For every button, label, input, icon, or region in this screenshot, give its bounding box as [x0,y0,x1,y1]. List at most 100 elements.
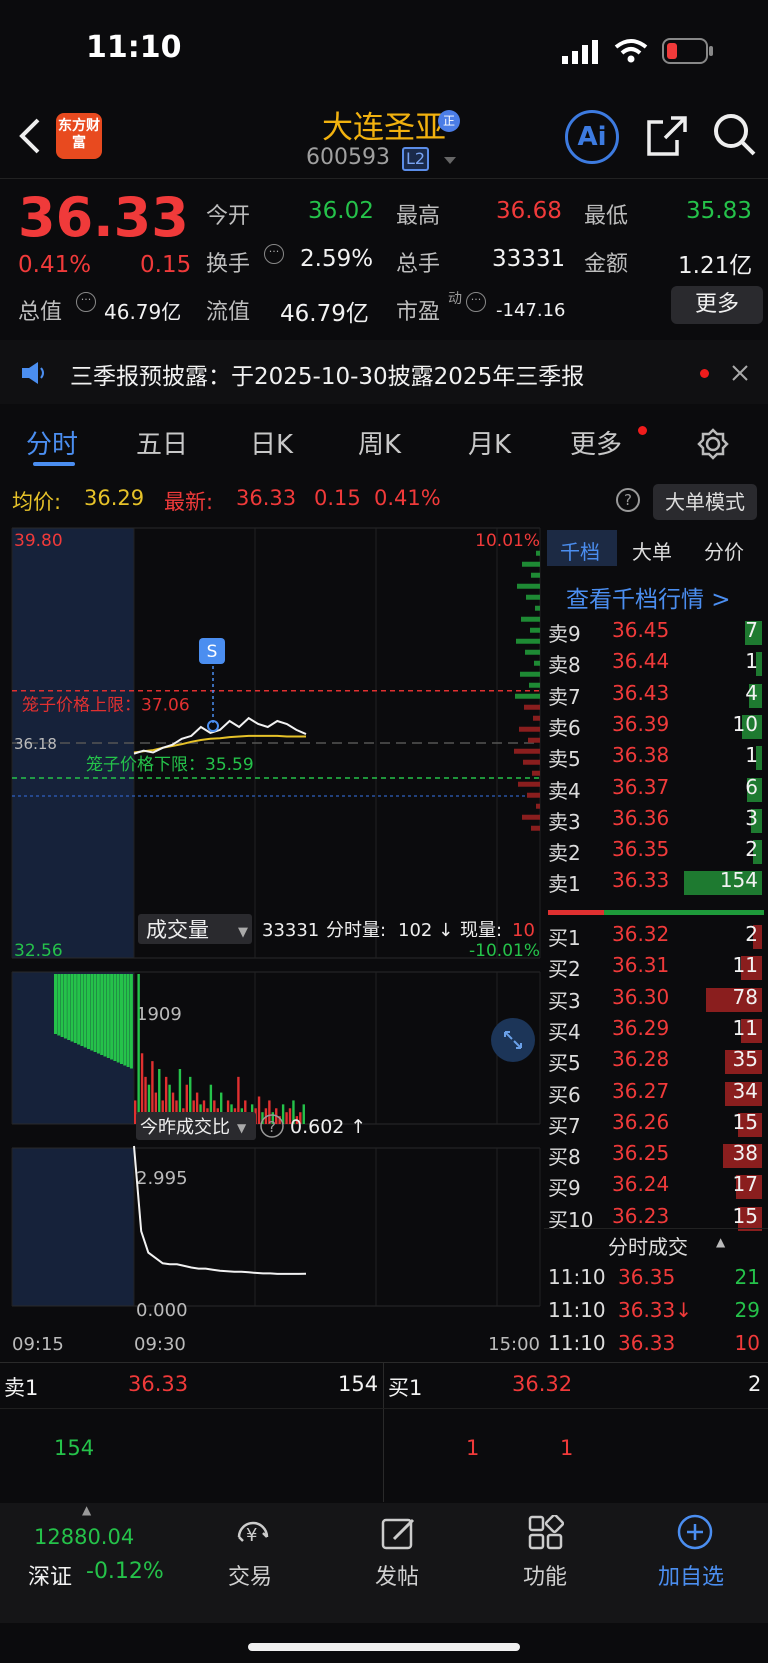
index-change[interactable]: -0.12% [86,1559,164,1584]
post-nav-icon[interactable] [380,1515,418,1557]
speaker-icon [22,362,48,388]
nav-add-watch[interactable]: 加自选 [658,1559,724,1591]
level-price: 36.31 [612,953,670,978]
bid-row[interactable]: 买3 36.30 78 [548,985,768,1016]
tab-intraday[interactable]: 分时 [26,424,78,461]
tick-vol: 21 [734,1265,760,1289]
stock-code: 600593 [306,145,390,170]
ob-view-link[interactable]: 查看千档行情 > [566,580,731,614]
index-name[interactable]: 深证 [28,1559,72,1591]
depth-bar [531,825,540,831]
depth-bar [524,704,540,710]
trade-nav-icon[interactable]: ¥ [233,1515,273,1557]
notice-dot [700,369,709,378]
header-divider [0,178,768,179]
auction-vol-bar [54,974,57,1034]
more-button[interactable]: 更多 [671,286,763,324]
share-icon[interactable] [645,114,689,162]
ratio-value: 0.602 ↑ [290,1116,366,1138]
dropdown-icon[interactable] [442,152,458,171]
index-value[interactable]: 12880.04 [34,1525,134,1549]
depth-bar [518,781,540,787]
depth-bar [522,814,540,820]
level-price: 36.28 [612,1047,670,1072]
tick-price: 36.33↓ [618,1298,693,1322]
mkt-cap-label: 总值 [18,300,63,325]
tab-5day[interactable]: 五日 [136,424,188,461]
level-label: 卖8 [548,653,581,678]
x-label-open: 09:30 [134,1334,186,1355]
level-volume: 34 [732,1078,758,1103]
ask-row[interactable]: 卖6 36.39 10 [548,712,768,743]
ask-row[interactable]: 卖3 36.36 3 [548,806,768,837]
bid-row[interactable]: 买6 36.27 34 [548,1079,768,1110]
depth-bar [530,627,540,633]
ask-row[interactable]: 卖5 36.38 1 [548,743,768,774]
tick-time: 11:10 [548,1331,606,1355]
ask-row[interactable]: 卖7 36.43 4 [548,681,768,712]
low-value: 35.83 [686,198,752,224]
nav-trade[interactable]: 交易 [228,1559,272,1591]
auction-vol-bar [103,974,107,1057]
turnover-label: 换手 [206,252,251,277]
bid-row[interactable]: 买8 36.25 38 [548,1141,768,1172]
tab-weekly[interactable]: 周K [358,424,401,461]
auction-vol-bar [129,974,133,1069]
ob-tab-dadan[interactable]: 大单 [632,536,672,565]
settings-icon[interactable] [697,428,729,464]
ratio-line [133,1145,307,1275]
home-indicator [248,1643,520,1651]
ask-row[interactable]: 卖4 36.37 6 [548,775,768,806]
info-dots-icon-3[interactable]: ··· [466,292,486,312]
level-volume: 3 [745,805,758,830]
search-icon[interactable] [712,112,758,162]
pe-label: 市盈 [396,300,441,325]
ob-tab-qiandang[interactable]: 千档 [560,536,600,565]
bid-row[interactable]: 买9 36.24 17 [548,1172,768,1203]
nav-function[interactable]: 功能 [523,1559,567,1591]
bid-row[interactable]: 买4 36.29 11 [548,1016,768,1047]
auction-vol-bar [106,974,110,1058]
ask-row[interactable]: 卖1 36.33 154 [548,868,768,899]
ask-row[interactable]: 卖9 36.45 7 [548,618,768,649]
tab-monthly[interactable]: 月K [468,424,511,461]
nav-post[interactable]: 发帖 [375,1559,419,1591]
big-order-mode-button[interactable]: 大单模式 [653,484,757,520]
info-dots-icon[interactable]: ··· [264,244,284,264]
tab-more[interactable]: 更多 [570,424,622,461]
ai-button[interactable]: Ai [565,110,619,164]
bid-row[interactable]: 买5 36.28 35 [548,1047,768,1078]
level-price: 36.37 [612,774,670,799]
depth-bar [532,770,540,776]
level-label: 卖3 [548,809,581,834]
notice-bar[interactable]: 三季报预披露：于2025-10-30披露2025年三季报 [0,340,768,404]
depth-bar [517,583,540,589]
function-nav-icon[interactable] [528,1513,565,1555]
level-volume: 15 [732,1109,758,1134]
y-min-label: 32.56 [14,941,63,961]
volume-bar [257,1096,261,1124]
level2-badge[interactable]: L2 [402,147,429,171]
close-icon[interactable] [731,364,749,386]
level-price: 36.44 [612,649,670,674]
intraday-charts[interactable]: 39.80 32.56 10.01% -10.01% 笼子价格上限：37.06 … [0,526,544,1361]
depth-bar [527,792,540,798]
help-icon[interactable]: ? [616,488,640,512]
avg-label: 均价: [12,490,62,514]
ratio-title: 今昨成交比 [140,1117,230,1138]
volume-value: 33331 [492,246,566,272]
info-dots-icon-2[interactable]: ··· [76,292,96,312]
tab-daily[interactable]: 日K [250,424,293,461]
ticks-title[interactable]: 分时成交 [608,1231,688,1260]
ask-row[interactable]: 卖2 36.35 2 [548,837,768,868]
depth-bar [536,803,540,809]
ob-tab-fenjia[interactable]: 分价 [704,536,744,565]
auction-vol-bar [87,974,90,1049]
level-volume: 78 [732,984,758,1009]
add-watch-icon[interactable] [676,1513,714,1555]
expand-button[interactable] [491,1018,535,1062]
bid-row[interactable]: 买7 36.26 15 [548,1110,768,1141]
bid-row[interactable]: 买2 36.31 11 [548,953,768,984]
bid-row[interactable]: 买1 36.32 2 [548,922,768,953]
ask-row[interactable]: 卖8 36.44 1 [548,649,768,680]
